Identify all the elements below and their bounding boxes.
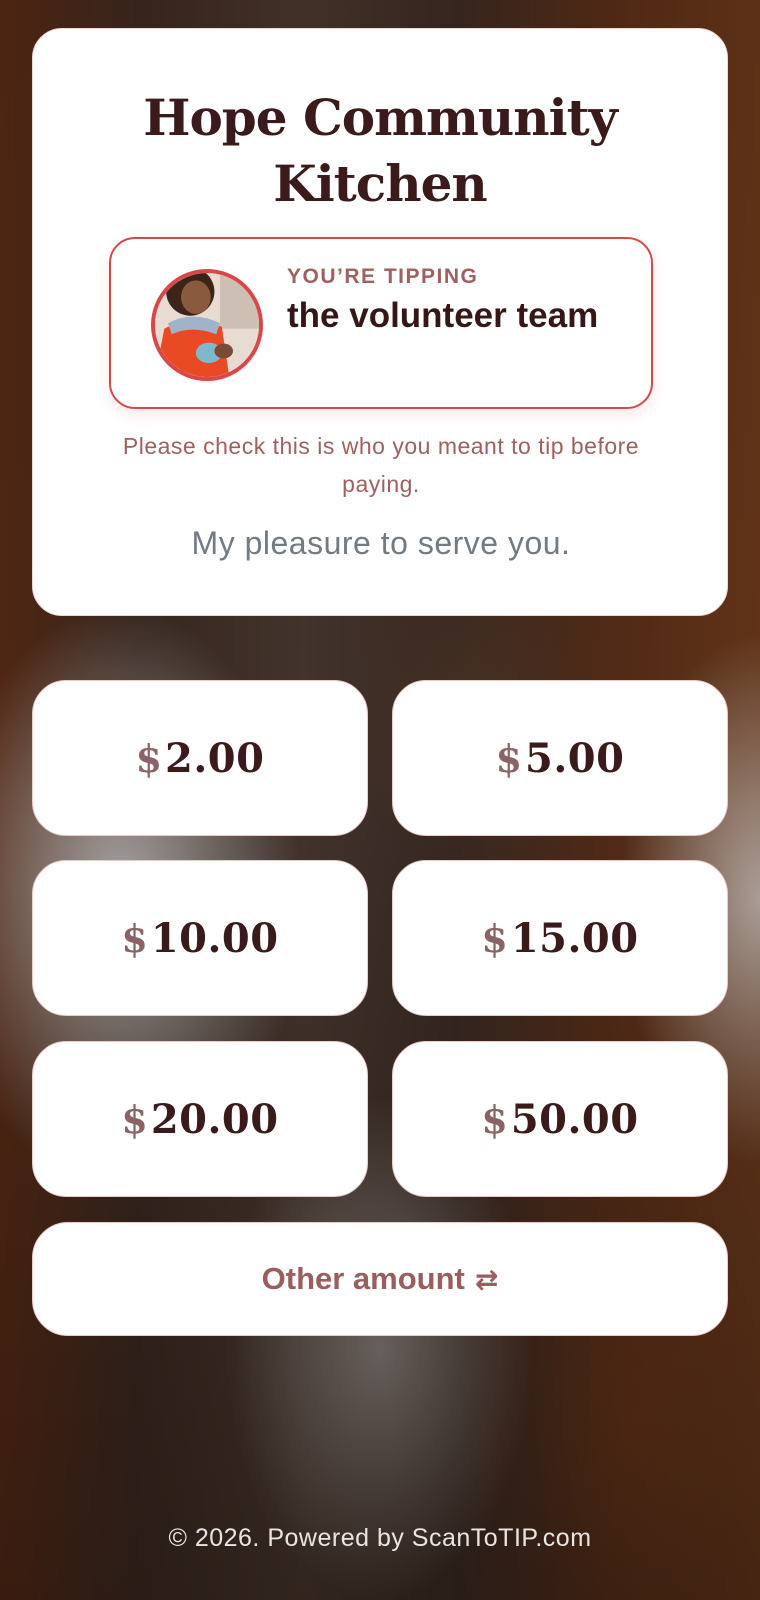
currency-symbol: $ [495, 735, 523, 781]
recipient-label: YOU’RE TIPPING [287, 265, 479, 288]
currency-symbol: $ [121, 915, 148, 961]
currency-symbol: $ [481, 1096, 508, 1142]
amount-value: 50.00 [510, 1095, 639, 1143]
other-amount-button[interactable]: Other amount ⇄ [32, 1222, 728, 1336]
header-card: Hope Community Kitchen YOU’RE TIPPING th… [32, 28, 728, 616]
check-note: Please check this is who you meant to ti… [122, 433, 640, 497]
org-name: Hope Community Kitchen [143, 88, 618, 213]
amount-button-10[interactable]: $10.00 [32, 860, 368, 1016]
amount-button-15[interactable]: $15.00 [392, 860, 728, 1016]
amount-value: 10.00 [150, 914, 279, 962]
currency-symbol: $ [135, 735, 163, 781]
recipient-name: the volunteer team [287, 296, 599, 335]
personal-message: My pleasure to serve you. [191, 525, 571, 561]
amount-value: 20.00 [150, 1095, 279, 1143]
swap-arrows-icon: ⇄ [474, 1263, 499, 1295]
amount-button-5[interactable]: $5.00 [392, 680, 728, 836]
amount-value: 5.00 [525, 734, 625, 782]
amount-button-2[interactable]: $2.00 [32, 680, 368, 836]
amount-value: 15.00 [510, 914, 639, 962]
amount-value: 2.00 [165, 734, 265, 782]
other-amount-label: Other amount [261, 1261, 465, 1296]
recipient-card: YOU’RE TIPPING the volunteer team [109, 237, 653, 409]
currency-symbol: $ [481, 915, 508, 961]
footer-credit: © 2026. Powered by ScanToTIP.com [168, 1524, 592, 1552]
recipient-avatar [151, 269, 263, 381]
amount-button-20[interactable]: $20.00 [32, 1041, 368, 1197]
currency-symbol: $ [121, 1096, 148, 1142]
volunteer-photo-icon [155, 273, 259, 377]
amount-button-50[interactable]: $50.00 [392, 1041, 728, 1197]
